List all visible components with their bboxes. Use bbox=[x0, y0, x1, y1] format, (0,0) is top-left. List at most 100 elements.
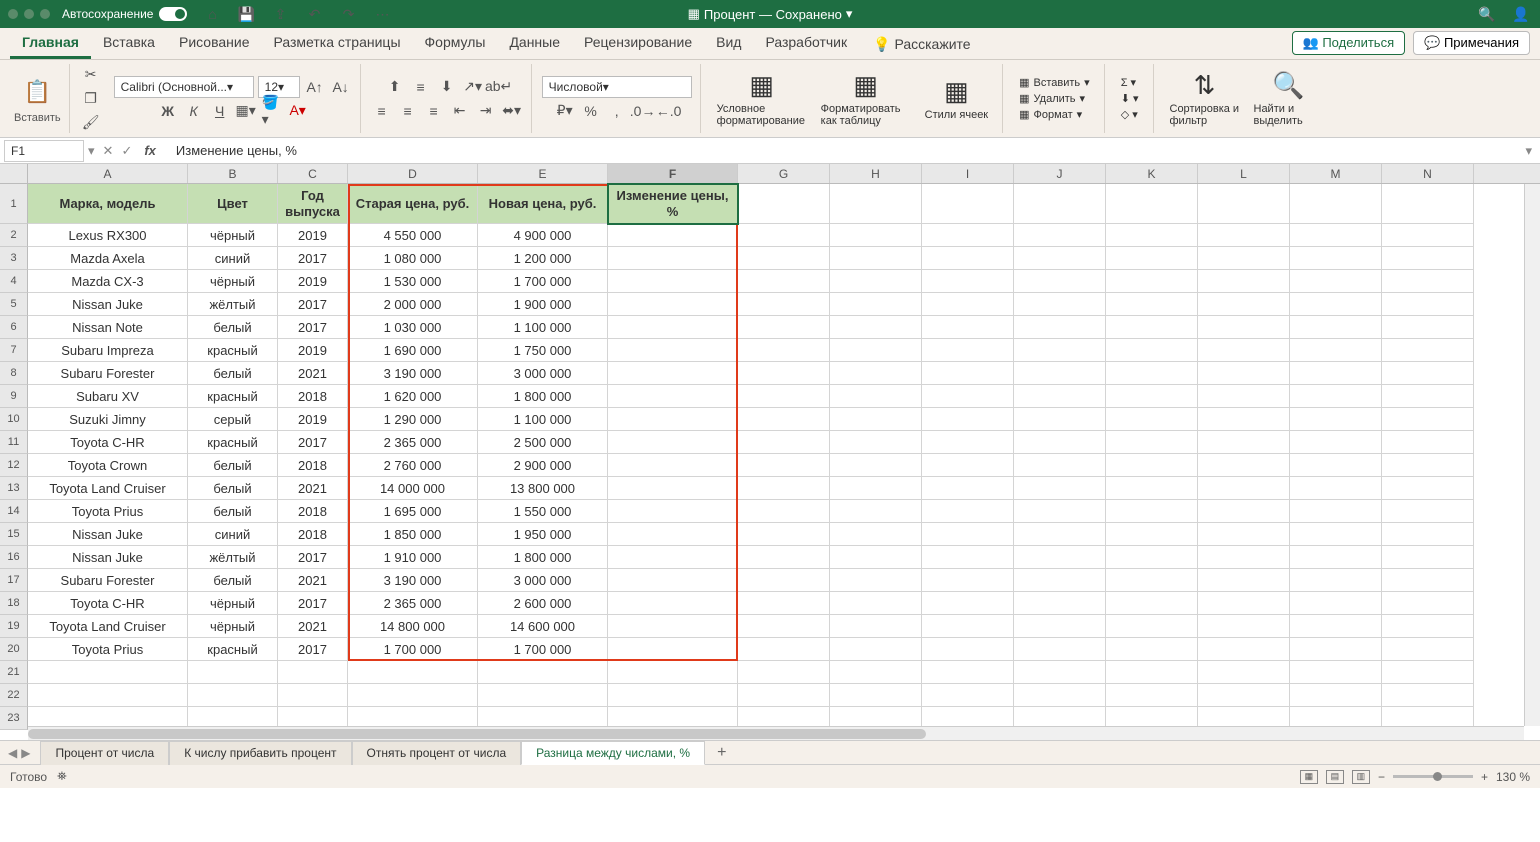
cell-H2[interactable] bbox=[830, 224, 922, 247]
cell-L14[interactable] bbox=[1198, 500, 1290, 523]
cell-M21[interactable] bbox=[1290, 661, 1382, 684]
cell-E7[interactable]: 1 750 000 bbox=[478, 339, 608, 362]
cell-I8[interactable] bbox=[922, 362, 1014, 385]
borders-icon[interactable]: ▦▾ bbox=[235, 100, 257, 122]
cell-H14[interactable] bbox=[830, 500, 922, 523]
autosave[interactable]: Автосохранение bbox=[62, 7, 187, 21]
cell-G2[interactable] bbox=[738, 224, 830, 247]
cell-G15[interactable] bbox=[738, 523, 830, 546]
cell-L22[interactable] bbox=[1198, 684, 1290, 707]
cell-B16[interactable]: жёлтый bbox=[188, 546, 278, 569]
cell-J21[interactable] bbox=[1014, 661, 1106, 684]
cell-L2[interactable] bbox=[1198, 224, 1290, 247]
cell-A14[interactable]: Toyota Prius bbox=[28, 500, 188, 523]
cell-H21[interactable] bbox=[830, 661, 922, 684]
cell-F3[interactable] bbox=[608, 247, 738, 270]
cell-D11[interactable]: 2 365 000 bbox=[348, 431, 478, 454]
cell-A4[interactable]: Mazda CX-3 bbox=[28, 270, 188, 293]
cell-A18[interactable]: Toyota C-HR bbox=[28, 592, 188, 615]
cell-E12[interactable]: 2 900 000 bbox=[478, 454, 608, 477]
cell-F4[interactable] bbox=[608, 270, 738, 293]
cell-J6[interactable] bbox=[1014, 316, 1106, 339]
currency-icon[interactable]: ₽▾ bbox=[554, 100, 576, 122]
row-header-12[interactable]: 12 bbox=[0, 454, 28, 477]
column-header-A[interactable]: A bbox=[28, 164, 188, 183]
cell-A9[interactable]: Subaru XV bbox=[28, 385, 188, 408]
format-cells-button[interactable]: ▦ Формат ▾ bbox=[1013, 107, 1096, 122]
column-header-L[interactable]: L bbox=[1198, 164, 1290, 183]
cell-L11[interactable] bbox=[1198, 431, 1290, 454]
align-right-icon[interactable]: ≡ bbox=[423, 100, 445, 122]
cell-B4[interactable]: чёрный bbox=[188, 270, 278, 293]
cell-H16[interactable] bbox=[830, 546, 922, 569]
save-icon[interactable]: 💾 bbox=[235, 3, 257, 25]
cell-L8[interactable] bbox=[1198, 362, 1290, 385]
decrease-indent-icon[interactable]: ⇤ bbox=[449, 100, 471, 122]
cell-A19[interactable]: Toyota Land Cruiser bbox=[28, 615, 188, 638]
cell-H17[interactable] bbox=[830, 569, 922, 592]
cut-icon[interactable]: ✂ bbox=[80, 64, 102, 86]
cell-A22[interactable] bbox=[28, 684, 188, 707]
cell-J19[interactable] bbox=[1014, 615, 1106, 638]
cell-M7[interactable] bbox=[1290, 339, 1382, 362]
cell-G14[interactable] bbox=[738, 500, 830, 523]
cell-L16[interactable] bbox=[1198, 546, 1290, 569]
cell-L19[interactable] bbox=[1198, 615, 1290, 638]
cell-C4[interactable]: 2019 bbox=[278, 270, 348, 293]
cell-N12[interactable] bbox=[1382, 454, 1474, 477]
cell-K18[interactable] bbox=[1106, 592, 1198, 615]
cell-N4[interactable] bbox=[1382, 270, 1474, 293]
header-cell-C[interactable]: Год выпуска bbox=[278, 184, 348, 224]
cell-E14[interactable]: 1 550 000 bbox=[478, 500, 608, 523]
cell-D5[interactable]: 2 000 000 bbox=[348, 293, 478, 316]
copy-icon[interactable]: ❐ bbox=[80, 88, 102, 110]
cell-D17[interactable]: 3 190 000 bbox=[348, 569, 478, 592]
cell-D20[interactable]: 1 700 000 bbox=[348, 638, 478, 661]
row-header-8[interactable]: 8 bbox=[0, 362, 28, 385]
row-header-5[interactable]: 5 bbox=[0, 293, 28, 316]
cell-M8[interactable] bbox=[1290, 362, 1382, 385]
cell-M15[interactable] bbox=[1290, 523, 1382, 546]
cell-H8[interactable] bbox=[830, 362, 922, 385]
cell-I17[interactable] bbox=[922, 569, 1014, 592]
increase-font-icon[interactable]: A↑ bbox=[304, 76, 326, 98]
row-header-3[interactable]: 3 bbox=[0, 247, 28, 270]
cell-K22[interactable] bbox=[1106, 684, 1198, 707]
cell-A20[interactable]: Toyota Prius bbox=[28, 638, 188, 661]
cell-B18[interactable]: чёрный bbox=[188, 592, 278, 615]
cell-G4[interactable] bbox=[738, 270, 830, 293]
tab-разработчик[interactable]: Разработчик bbox=[753, 28, 859, 59]
header-cell-D[interactable]: Старая цена, руб. bbox=[348, 184, 478, 224]
cell-J11[interactable] bbox=[1014, 431, 1106, 454]
cell-I2[interactable] bbox=[922, 224, 1014, 247]
cell-I4[interactable] bbox=[922, 270, 1014, 293]
column-header-D[interactable]: D bbox=[348, 164, 478, 183]
page-break-view-icon[interactable]: ▥ bbox=[1352, 770, 1370, 784]
sheet-tab-3[interactable]: Разница между числами, % bbox=[521, 741, 705, 765]
cell-N21[interactable] bbox=[1382, 661, 1474, 684]
cell-J7[interactable] bbox=[1014, 339, 1106, 362]
cell-G20[interactable] bbox=[738, 638, 830, 661]
cell-B3[interactable]: синий bbox=[188, 247, 278, 270]
cell-L7[interactable] bbox=[1198, 339, 1290, 362]
cell-F18[interactable] bbox=[608, 592, 738, 615]
normal-view-icon[interactable]: ▦ bbox=[1300, 770, 1318, 784]
cell-J20[interactable] bbox=[1014, 638, 1106, 661]
cell-H3[interactable] bbox=[830, 247, 922, 270]
cell-L17[interactable] bbox=[1198, 569, 1290, 592]
cell-I19[interactable] bbox=[922, 615, 1014, 638]
cell-E11[interactable]: 2 500 000 bbox=[478, 431, 608, 454]
cell-M17[interactable] bbox=[1290, 569, 1382, 592]
column-header-N[interactable]: N bbox=[1382, 164, 1474, 183]
cell-E20[interactable]: 1 700 000 bbox=[478, 638, 608, 661]
cell-C2[interactable]: 2019 bbox=[278, 224, 348, 247]
cell-N5[interactable] bbox=[1382, 293, 1474, 316]
cell-D7[interactable]: 1 690 000 bbox=[348, 339, 478, 362]
fx-icon[interactable]: fx bbox=[140, 143, 160, 159]
cell-K12[interactable] bbox=[1106, 454, 1198, 477]
page-layout-view-icon[interactable]: ▤ bbox=[1326, 770, 1344, 784]
cell-M2[interactable] bbox=[1290, 224, 1382, 247]
cell-N20[interactable] bbox=[1382, 638, 1474, 661]
horizontal-scrollbar[interactable] bbox=[28, 726, 1524, 740]
cell-J10[interactable] bbox=[1014, 408, 1106, 431]
